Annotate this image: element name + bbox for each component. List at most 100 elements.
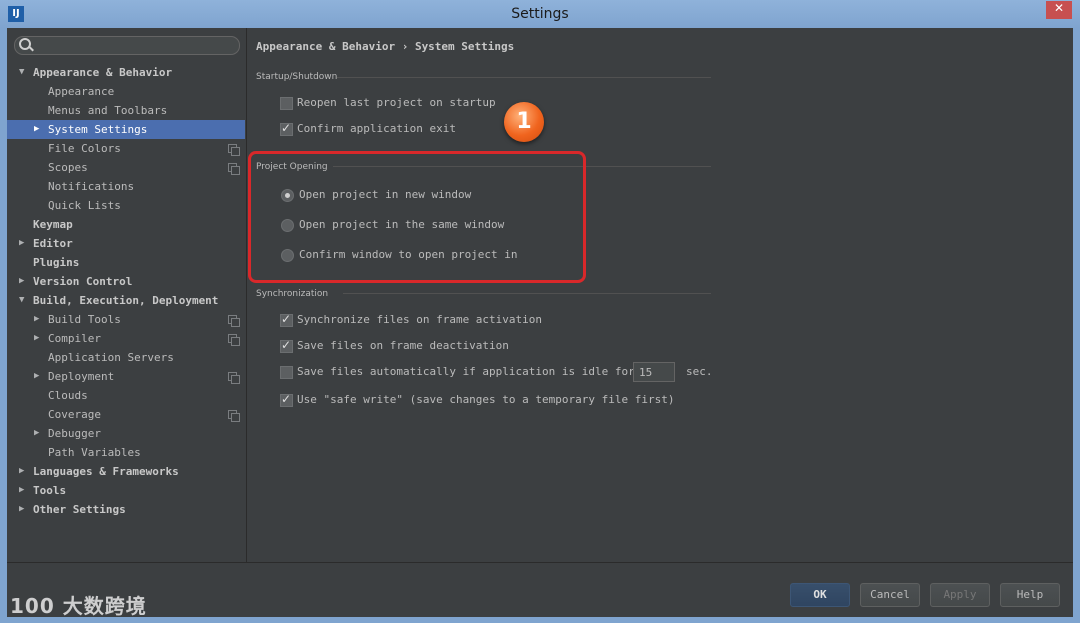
sidebar-item-languages-frameworks[interactable]: ▶ Languages & Frameworks bbox=[7, 462, 245, 481]
sidebar-item-label: Menus and Toolbars bbox=[48, 104, 168, 117]
chevron-right-icon: ▶ bbox=[19, 466, 25, 476]
section-title-synchronization: Synchronization bbox=[256, 289, 329, 299]
sidebar-item-label: Keymap bbox=[33, 218, 73, 231]
sidebar-item-label: Languages & Frameworks bbox=[33, 465, 179, 478]
divider bbox=[337, 77, 711, 78]
project-copy-icon bbox=[228, 315, 240, 327]
sidebar-item-plugins[interactable]: Plugins bbox=[7, 253, 245, 272]
sidebar-item-path-variables[interactable]: Path Variables bbox=[7, 443, 245, 462]
checkbox-box[interactable] bbox=[280, 366, 293, 379]
sidebar-item-label: Other Settings bbox=[33, 503, 126, 516]
project-copy-icon bbox=[228, 144, 240, 156]
sidebar-item-label: Coverage bbox=[48, 408, 101, 421]
sidebar-item-label: Version Control bbox=[33, 275, 133, 288]
sidebar-item-label: Build Tools bbox=[48, 313, 121, 326]
sidebar-item-label: Scopes bbox=[48, 161, 88, 174]
chevron-down-icon: ▼ bbox=[19, 67, 25, 77]
checkbox-box[interactable] bbox=[280, 311, 293, 327]
settings-dialog: ▼ Appearance & Behavior Appearance Menus… bbox=[7, 28, 1073, 617]
sidebar-item-label: Tools bbox=[33, 484, 67, 497]
chevron-right-icon: ▶ bbox=[19, 276, 25, 286]
idle-seconds-input[interactable]: 15 bbox=[633, 362, 675, 382]
section-title-startup: Startup/Shutdown bbox=[256, 72, 338, 82]
divider bbox=[343, 293, 711, 294]
project-copy-icon bbox=[228, 163, 240, 175]
sidebar-item-compiler[interactable]: ▶ Compiler bbox=[7, 329, 245, 348]
sidebar-item-clouds[interactable]: Clouds bbox=[7, 386, 245, 405]
sidebar-item-appearance-behavior[interactable]: ▼ Appearance & Behavior bbox=[7, 63, 245, 82]
sidebar-item-version-control[interactable]: ▶ Version Control bbox=[7, 272, 245, 291]
sidebar-item-label: Application Servers bbox=[48, 351, 174, 364]
sidebar-item-editor[interactable]: ▶ Editor bbox=[7, 234, 245, 253]
checkbox-box[interactable] bbox=[280, 337, 293, 353]
search-icon bbox=[19, 38, 31, 50]
sidebar-item-system-settings[interactable]: ▶ System Settings bbox=[7, 120, 245, 139]
sidebar-item-label: Quick Lists bbox=[48, 199, 121, 212]
sidebar-item-build-execution-deployment[interactable]: ▼ Build, Execution, Deployment bbox=[7, 291, 245, 310]
watermark-logo: 100 大数跨境 bbox=[10, 594, 147, 618]
sidebar-item-label: Compiler bbox=[48, 332, 101, 345]
checkbox-label: Save files automatically if application … bbox=[297, 365, 635, 378]
close-button[interactable]: ✕ bbox=[1046, 1, 1072, 19]
sidebar-item-appearance[interactable]: Appearance bbox=[7, 82, 245, 101]
checkbox-label: Save files on frame deactivation bbox=[297, 339, 509, 352]
sidebar-item-label: Build, Execution, Deployment bbox=[33, 294, 219, 307]
project-copy-icon bbox=[228, 334, 240, 346]
chevron-right-icon: ▶ bbox=[34, 428, 40, 438]
sidebar-item-label: Appearance & Behavior bbox=[33, 66, 173, 79]
checkbox-box[interactable] bbox=[280, 391, 293, 407]
sidebar-item-label: Deployment bbox=[48, 370, 115, 383]
checkbox-box[interactable] bbox=[280, 120, 293, 136]
sidebar-item-keymap[interactable]: Keymap bbox=[7, 215, 245, 234]
sidebar-item-quick-lists[interactable]: Quick Lists bbox=[7, 196, 245, 215]
step-number-badge: 1 bbox=[504, 102, 544, 142]
sidebar-item-file-colors[interactable]: File Colors bbox=[7, 139, 245, 158]
sidebar-item-notifications[interactable]: Notifications bbox=[7, 177, 245, 196]
sidebar-item-scopes[interactable]: Scopes bbox=[7, 158, 245, 177]
chevron-right-icon: ▶ bbox=[19, 238, 25, 248]
chevron-right-icon: ▶ bbox=[34, 333, 40, 343]
project-copy-icon bbox=[228, 372, 240, 384]
sidebar-item-menus-toolbars[interactable]: Menus and Toolbars bbox=[7, 101, 245, 120]
sidebar-item-deployment[interactable]: ▶ Deployment bbox=[7, 367, 245, 386]
sidebar-item-label: Path Variables bbox=[48, 446, 141, 459]
search-input[interactable] bbox=[14, 36, 240, 55]
sidebar-item-tools[interactable]: ▶ Tools bbox=[7, 481, 245, 500]
chevron-right-icon: ▶ bbox=[19, 504, 25, 514]
sidebar-item-label: Notifications bbox=[48, 180, 135, 193]
cancel-button[interactable]: Cancel bbox=[860, 583, 920, 607]
chevron-down-icon: ▼ bbox=[19, 295, 25, 305]
checkbox-label: Reopen last project on startup bbox=[297, 96, 496, 109]
sidebar-item-other-settings[interactable]: ▶ Other Settings bbox=[7, 500, 245, 519]
highlight-annotation-box bbox=[248, 151, 586, 283]
chevron-right-icon: ▶ bbox=[34, 124, 40, 134]
sidebar-item-application-servers[interactable]: Application Servers bbox=[7, 348, 245, 367]
apply-button[interactable]: Apply bbox=[930, 583, 990, 607]
chevron-right-icon: ▶ bbox=[19, 485, 25, 495]
window-title: Settings bbox=[511, 6, 569, 22]
checkbox-box[interactable] bbox=[280, 97, 293, 110]
chevron-right-icon: ▶ bbox=[34, 371, 40, 381]
sidebar-item-label: Clouds bbox=[48, 389, 88, 402]
help-button[interactable]: Help bbox=[1000, 583, 1060, 607]
title-bar: IJ Settings ✕ bbox=[0, 0, 1080, 28]
sidebar-item-label: Plugins bbox=[33, 256, 80, 269]
checkbox-label: Confirm application exit bbox=[297, 122, 456, 135]
ok-button[interactable]: OK bbox=[790, 583, 850, 607]
sidebar-item-label: System Settings bbox=[48, 123, 148, 136]
sidebar-item-label: Debugger bbox=[48, 427, 101, 440]
settings-content: Appearance & Behavior › System Settings … bbox=[247, 28, 1073, 562]
project-copy-icon bbox=[228, 410, 240, 422]
sidebar-item-coverage[interactable]: Coverage bbox=[7, 405, 245, 424]
checkbox-label: Use "safe write" (save changes to a temp… bbox=[297, 393, 675, 406]
chevron-right-icon: ▶ bbox=[34, 314, 40, 324]
idle-seconds-unit: sec. bbox=[686, 365, 713, 378]
checkbox-label: Synchronize files on frame activation bbox=[297, 313, 543, 326]
sidebar-item-label: Appearance bbox=[48, 85, 115, 98]
sidebar-item-debugger[interactable]: ▶ Debugger bbox=[7, 424, 245, 443]
sidebar-item-build-tools[interactable]: ▶ Build Tools bbox=[7, 310, 245, 329]
breadcrumb: Appearance & Behavior › System Settings bbox=[256, 40, 515, 53]
dialog-footer: OK Cancel Apply Help bbox=[7, 562, 1073, 617]
sidebar-item-label: Editor bbox=[33, 237, 73, 250]
settings-sidebar: ▼ Appearance & Behavior Appearance Menus… bbox=[7, 28, 247, 562]
